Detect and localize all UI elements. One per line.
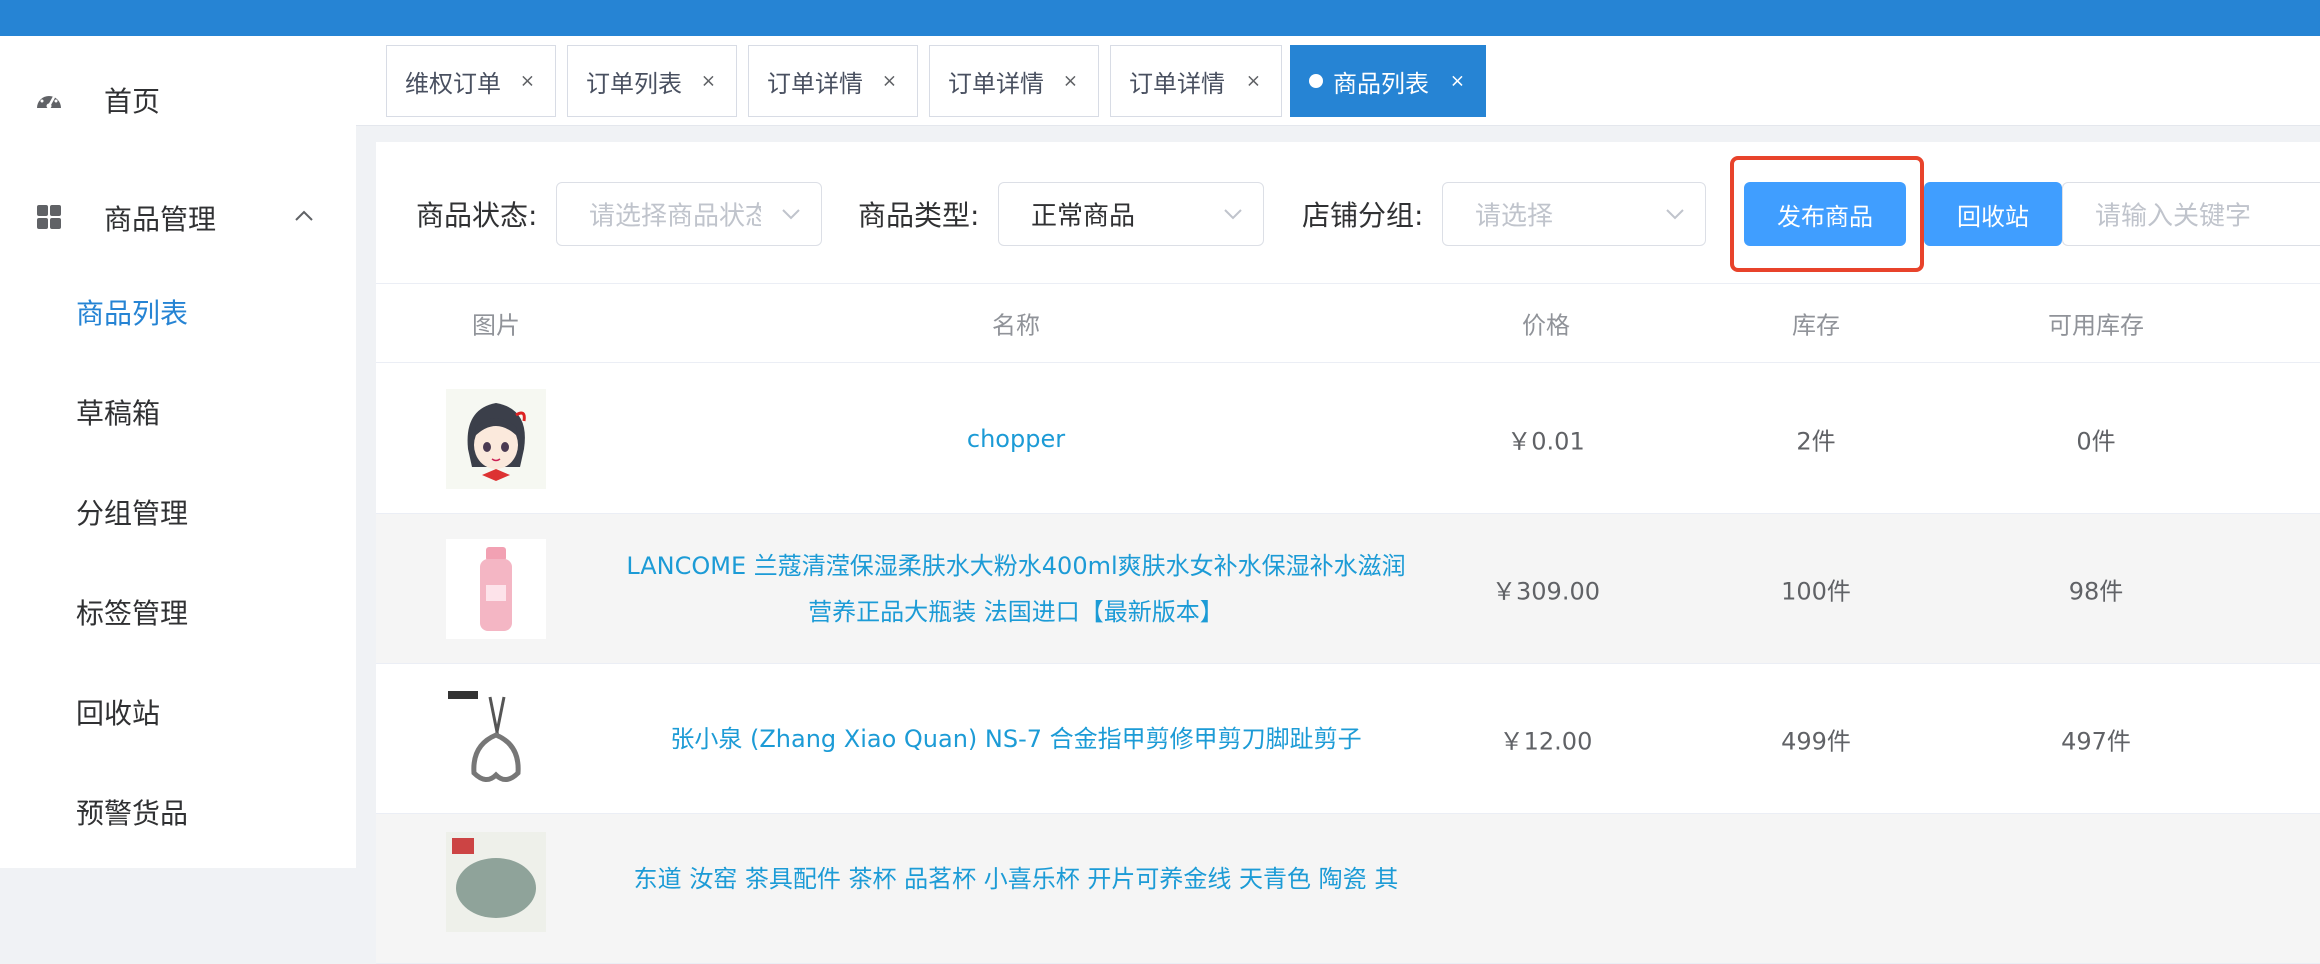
column-header-name: 名称 <box>992 311 1040 340</box>
sidebar: 首页 商品管理 商品列表 草稿箱 分组管理 标签管理 回收站 预警货品 <box>0 36 356 868</box>
keyword-search-input[interactable]: 请输入关键字 <box>2062 182 2320 246</box>
product-available-stock: 0件 <box>2076 427 2116 455</box>
tab-label: 订单详情 <box>948 69 1044 98</box>
recycle-bin-button[interactable]: 回收站 <box>1924 182 2062 246</box>
table-row: chopper ￥0.01 2件 0件 <box>376 364 2320 514</box>
product-price: ￥0.01 <box>1507 427 1585 455</box>
close-icon[interactable]: × <box>1246 71 1261 92</box>
product-thumbnail <box>446 388 546 489</box>
product-name-link[interactable]: LANCOME 兰蔻清滢保湿柔肤水大粉水400ml爽肤水女补水保湿补水滋润营养正… <box>626 543 1406 635</box>
sidebar-item-label: 标签管理 <box>76 597 189 630</box>
sidebar-item-label: 分组管理 <box>76 497 189 530</box>
product-price: ￥12.00 <box>1499 727 1593 755</box>
table-row: 东道 汝窑 茶具配件 茶杯 品茗杯 小喜乐杯 开片可养金线 天青色 陶瓷 其 <box>376 814 2320 964</box>
sidebar-item-group-management[interactable]: 分组管理 <box>0 462 356 562</box>
close-icon[interactable]: × <box>882 71 897 92</box>
product-available-stock: 497件 <box>2061 727 2131 755</box>
sidebar-item-stock-alert[interactable]: 预警货品 <box>0 762 356 862</box>
sidebar-item-label: 预警货品 <box>76 797 189 830</box>
type-select-value: 正常商品 <box>1031 201 1136 232</box>
grid-icon <box>34 202 64 232</box>
product-stock: 2件 <box>1796 427 1836 455</box>
column-header-price: 价格 <box>1522 311 1570 340</box>
chevron-up-icon <box>292 204 316 228</box>
product-name-link[interactable]: 东道 汝窑 茶具配件 茶杯 品茗杯 小喜乐杯 开片可养金线 天青色 陶瓷 其 <box>626 856 1406 902</box>
sidebar-item-label: 商品列表 <box>76 297 189 330</box>
tab-label: 订单列表 <box>586 69 682 98</box>
column-header-available-stock: 可用库存 <box>2048 311 2144 340</box>
group-filter-label: 店铺分组: <box>1302 199 1424 232</box>
close-icon[interactable]: × <box>701 71 716 92</box>
sidebar-item-label: 草稿箱 <box>76 397 161 430</box>
sidebar-item-label: 回收站 <box>76 697 161 730</box>
close-icon[interactable]: × <box>1450 71 1465 92</box>
close-icon[interactable]: × <box>520 71 535 92</box>
table-header: 图片 名称 价格 库存 可用库存 <box>376 283 2320 363</box>
sidebar-item-drafts[interactable]: 草稿箱 <box>0 362 356 462</box>
tab-label: 商品列表 <box>1333 69 1429 98</box>
product-stock: 100件 <box>1781 577 1851 605</box>
tab-goods-list[interactable]: 商品列表 × <box>1290 45 1486 117</box>
tab-order-list[interactable]: 订单列表 × <box>567 45 737 117</box>
status-select[interactable]: 请选择商品状态 <box>556 182 822 246</box>
product-price: ￥309.00 <box>1492 577 1600 605</box>
tab-rights-orders[interactable]: 维权订单 × <box>386 45 556 117</box>
column-header-image: 图片 <box>472 311 520 340</box>
sidebar-item-goods-management[interactable]: 商品管理 <box>0 166 356 266</box>
type-filter-label: 商品类型: <box>858 199 980 232</box>
table-row: LANCOME 兰蔻清滢保湿柔肤水大粉水400ml爽肤水女补水保湿补水滋润营养正… <box>376 514 2320 664</box>
sidebar-item-home[interactable]: 首页 <box>0 56 356 146</box>
table-row: 张小泉 (Zhang Xiao Quan) NS-7 合金指甲剪修甲剪刀脚趾剪子… <box>376 664 2320 814</box>
sidebar-item-tag-management[interactable]: 标签管理 <box>0 562 356 662</box>
tab-order-detail[interactable]: 订单详情 × <box>748 45 918 117</box>
product-name-link[interactable]: chopper <box>626 416 1406 462</box>
tab-label: 订单详情 <box>1129 69 1225 98</box>
product-thumbnail <box>446 538 546 639</box>
top-header-bar <box>0 0 2320 36</box>
status-select-placeholder: 请选择商品状态 <box>589 201 761 232</box>
type-select[interactable]: 正常商品 <box>998 182 1264 246</box>
product-name-link[interactable]: 张小泉 (Zhang Xiao Quan) NS-7 合金指甲剪修甲剪刀脚趾剪子 <box>626 716 1406 762</box>
chevron-down-icon <box>1663 202 1687 226</box>
product-stock: 499件 <box>1781 727 1851 755</box>
sidebar-item-label: 首页 <box>104 85 161 118</box>
tabs-bar: 维权订单 × 订单列表 × 订单详情 × 订单详情 × 订单详情 × 商品列表 … <box>356 36 2320 126</box>
keyword-placeholder: 请输入关键字 <box>2095 201 2252 232</box>
goods-list-panel: 商品状态: 请选择商品状态 商品类型: 正常商品 店铺分组: 请选择 发布商品 … <box>376 142 2320 964</box>
close-icon[interactable]: × <box>1063 71 1078 92</box>
sidebar-item-label: 商品管理 <box>104 203 217 236</box>
product-available-stock: 98件 <box>2068 577 2124 605</box>
sidebar-item-goods-list[interactable]: 商品列表 <box>0 262 356 362</box>
column-header-stock: 库存 <box>1792 311 1840 340</box>
chevron-down-icon <box>1221 202 1245 226</box>
group-select[interactable]: 请选择 <box>1442 182 1706 246</box>
active-dot-icon <box>1309 74 1323 88</box>
tab-label: 订单详情 <box>767 69 863 98</box>
group-select-placeholder: 请选择 <box>1475 201 1554 232</box>
publish-goods-button[interactable]: 发布商品 <box>1744 182 1906 246</box>
chevron-down-icon <box>779 202 803 226</box>
sidebar-item-recycle-bin[interactable]: 回收站 <box>0 662 356 762</box>
product-thumbnail <box>446 688 546 789</box>
dashboard-icon <box>34 86 64 116</box>
product-thumbnail <box>446 832 546 932</box>
status-filter-label: 商品状态: <box>416 199 538 232</box>
tab-order-detail[interactable]: 订单详情 × <box>929 45 1099 117</box>
tab-label: 维权订单 <box>405 69 501 98</box>
tab-order-detail[interactable]: 订单详情 × <box>1110 45 1282 117</box>
